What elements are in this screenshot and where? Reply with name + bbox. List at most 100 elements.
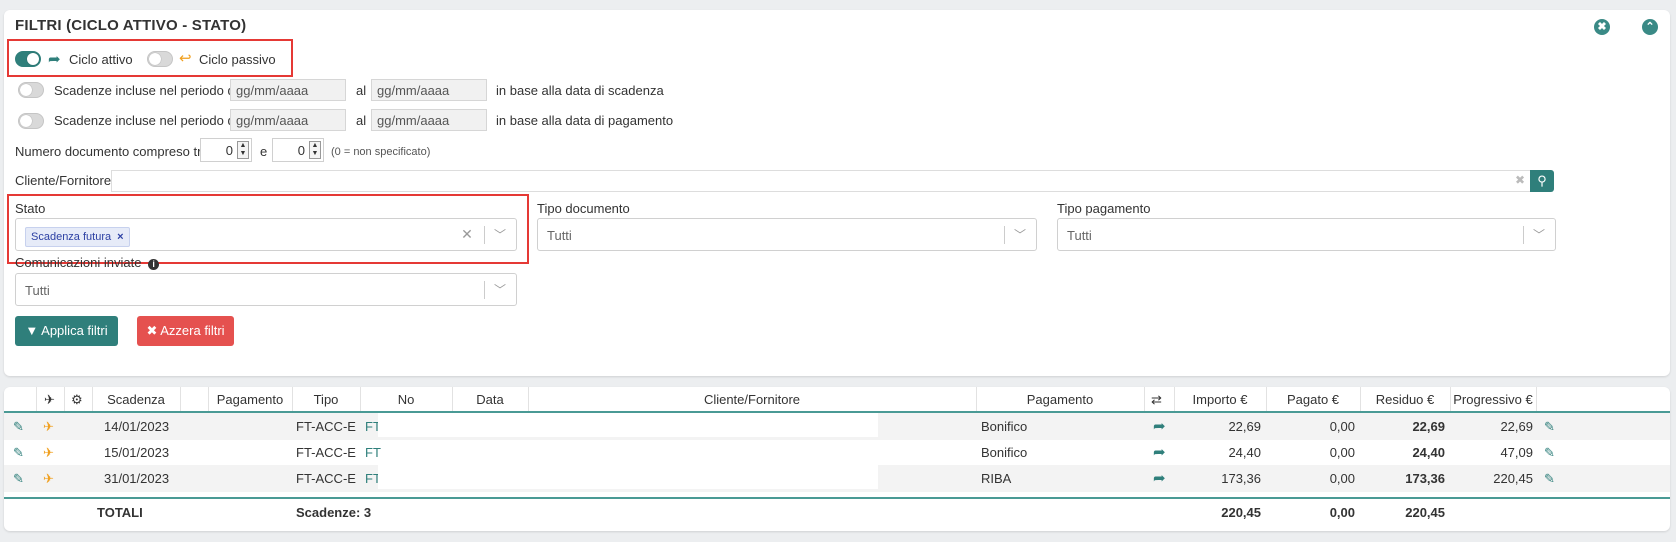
results-table: ✈ ⚙ Scadenza Pagamento Tipo No Data Clie… [4,387,1670,531]
cell-tipo: FT-ACC-E [296,419,356,434]
gear-icon[interactable]: ⚙ [71,392,83,408]
redacted-area [378,413,878,437]
ciclo-attivo-toggle[interactable] [15,51,41,67]
comunicazioni-select[interactable]: Tutti ﹀ [15,273,517,306]
apply-filters-button[interactable]: ▼ Applica filtri [15,316,118,346]
close-icon[interactable]: ✖ [1594,19,1610,35]
plane-icon[interactable]: ✈ [43,445,54,461]
reset-filters-button[interactable]: ✖ Azzera filtri [137,316,234,346]
collapse-icon[interactable]: ⌃ [1642,19,1658,35]
cell-pagamento: RIBA [981,471,1012,486]
col-cliente[interactable]: Cliente/Fornitore [528,392,976,407]
edit-icon[interactable]: ✎ [13,445,24,461]
transfer-icon[interactable]: ⇄ [1151,392,1162,408]
col-pagamento[interactable]: Pagamento [208,392,292,407]
plane-icon[interactable]: ✈ [44,392,55,408]
cell-pagamento: Bonifico [981,419,1028,434]
edit-icon[interactable]: ✎ [13,419,24,435]
info-icon[interactable]: i [148,259,160,270]
cliente-input[interactable] [111,170,1531,192]
cell-pagato: 0,00 [1329,471,1355,486]
cliente-label: Cliente/Fornitore [15,173,112,188]
cell-no[interactable]: FT [365,445,381,460]
cell-importo: 173,36 [1221,471,1261,486]
tipo-documento-value: Tutti [547,228,572,243]
comunicazioni-value: Tutti [25,283,50,298]
cell-pagato: 0,00 [1329,445,1355,460]
stato-select[interactable]: Scadenza futura × ✕ ﹀ [15,218,517,251]
cell-residuo: 22,69 [1412,419,1445,434]
pagamento-from-input[interactable]: gg/mm/aaaa [230,109,346,131]
stepper-icon[interactable]: ▲ ▼ [309,141,321,159]
reply-icon: ↩ [179,50,192,67]
stato-label: Stato [15,201,46,216]
edit-icon[interactable]: ✎ [1544,419,1555,435]
col-residuo[interactable]: Residuo € [1360,392,1450,407]
col-no[interactable]: No [360,392,452,407]
search-icon: ⚲ [1537,173,1547,188]
numero-from-input[interactable]: 0 ▲ ▼ [200,138,252,162]
col-pagamento2[interactable]: Pagamento [976,392,1144,407]
cell-progressivo: 47,09 [1500,445,1533,460]
totals-residuo: 220,45 [1405,505,1445,520]
tipo-documento-label: Tipo documento [537,201,630,216]
stato-chip: Scadenza futura × [25,227,130,247]
clear-icon[interactable]: ✖ [1515,173,1525,187]
scadenza-from-input[interactable]: gg/mm/aaaa [230,79,346,101]
cell-residuo: 173,36 [1405,471,1445,486]
edit-icon[interactable]: ✎ [1544,445,1555,461]
cell-progressivo: 22,69 [1500,419,1533,434]
numero-hint: (0 = non specificato) [331,146,431,158]
numero-to-input[interactable]: 0 ▲ ▼ [272,138,324,162]
share-icon[interactable]: ➦ [1153,417,1166,435]
chevron-down-icon[interactable]: ﹀ [490,281,510,298]
col-pagato[interactable]: Pagato € [1266,392,1360,407]
numero-from-value: 0 [225,143,233,158]
edit-icon[interactable]: ✎ [1544,471,1555,487]
pagamento-to-input[interactable]: gg/mm/aaaa [371,109,487,131]
numero-label: Numero documento compreso tra [15,144,209,159]
table-row[interactable]: ✎ ✈ 31/01/2023 FT-ACC-E FT RIBA ➦ 173,36… [4,465,1670,492]
tipo-documento-select[interactable]: Tutti ﹀ [537,218,1037,251]
cell-progressivo: 220,45 [1493,471,1533,486]
col-importo[interactable]: Importo € [1174,392,1266,407]
filter-icon: ▼ [25,323,39,338]
ciclo-passivo-label: Ciclo passivo [199,52,276,67]
col-tipo[interactable]: Tipo [292,392,360,407]
edit-icon[interactable]: ✎ [13,471,24,487]
col-progressivo[interactable]: Progressivo € [1450,392,1536,407]
table-row[interactable]: ✎ ✈ 14/01/2023 FT-ACC-E FT Bonifico ➦ 22… [4,413,1670,440]
share-icon[interactable]: ➦ [1153,443,1166,461]
chip-remove-icon[interactable]: × [117,231,123,243]
pagamento-suffix: in base alla data di pagamento [496,113,674,128]
ciclo-passivo-toggle[interactable] [147,51,173,67]
chevron-down-icon[interactable]: ﹀ [490,226,510,243]
scadenza-range-toggle[interactable] [18,82,44,98]
comunicazioni-label: Comunicazioni inviate i [15,255,160,270]
search-button[interactable]: ⚲ [1530,170,1554,192]
clear-icon[interactable]: ✕ [457,226,477,243]
plane-icon[interactable]: ✈ [43,471,54,487]
chevron-down-icon[interactable]: ﹀ [1010,226,1030,243]
chevron-down-icon[interactable]: ﹀ [1529,226,1549,243]
cell-importo: 24,40 [1228,445,1261,460]
totals-pagato: 0,00 [1329,505,1355,520]
tipo-pagamento-select[interactable]: Tutti ﹀ [1057,218,1556,251]
scadenza-to-input[interactable]: gg/mm/aaaa [371,79,487,101]
plane-icon[interactable]: ✈ [43,419,54,435]
pagamento-range-label: Scadenze incluse nel periodo dal [54,113,245,128]
stepper-icon[interactable]: ▲ ▼ [237,141,249,159]
cell-scadenza: 31/01/2023 [104,471,170,486]
ciclo-attivo-label: Ciclo attivo [69,52,133,67]
col-data[interactable]: Data [452,392,528,407]
pagamento-range-toggle[interactable] [18,113,44,129]
share-icon[interactable]: ➦ [1153,469,1166,487]
cell-residuo: 24,40 [1412,445,1445,460]
table-row[interactable]: ✎ ✈ 15/01/2023 FT-ACC-E FT Bonifico ➦ 24… [4,439,1670,466]
cell-scadenza: 15/01/2023 [104,445,170,460]
tipo-pagamento-label: Tipo pagamento [1057,201,1151,216]
cell-scadenza: 14/01/2023 [104,419,170,434]
col-scadenza[interactable]: Scadenza [92,392,180,407]
table-header: ✈ ⚙ Scadenza Pagamento Tipo No Data Clie… [4,387,1670,413]
scadenza-suffix: in base alla data di scadenza [496,83,664,98]
